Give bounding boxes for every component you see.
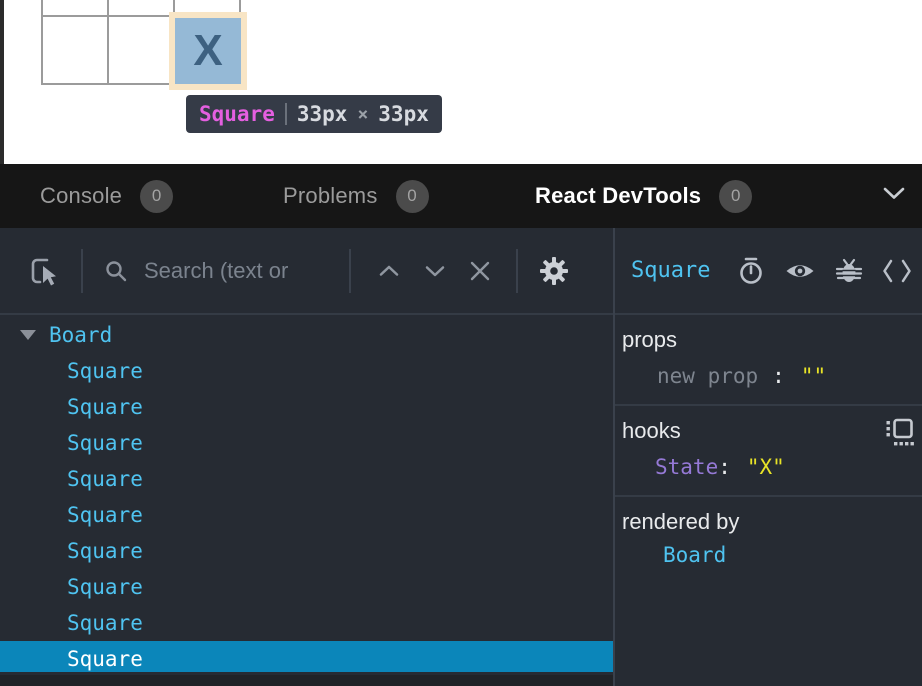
hook-colon: :: [718, 455, 731, 479]
chevron-down-icon: [422, 263, 448, 279]
react-devtools-count-badge: 0: [719, 180, 752, 213]
prop-row: new prop : "": [622, 364, 922, 388]
square-cell-value: X: [193, 26, 222, 76]
tooltip-component-name: Square: [199, 102, 275, 126]
chevron-up-icon: [376, 263, 402, 279]
component-tree: Board SquareSquareSquareSquareSquareSqua…: [0, 317, 613, 672]
highlighted-square-cell[interactable]: X: [175, 18, 241, 84]
grid-line: [107, 0, 109, 85]
toolbar-divider: [349, 249, 351, 293]
components-tree-pane: Board SquareSquareSquareSquareSquareSqua…: [0, 228, 613, 686]
tree-row-square[interactable]: Square: [0, 605, 613, 641]
stopwatch-icon: [736, 256, 766, 286]
rendered-by-title: rendered by: [622, 509, 922, 535]
new-prop-name-input[interactable]: new prop: [657, 364, 758, 388]
tree-row-label: Board: [49, 323, 112, 347]
horizontal-scrollbar[interactable]: [0, 675, 613, 686]
settings-button[interactable]: [538, 255, 570, 287]
inspect-element-button[interactable]: [28, 255, 60, 287]
chevron-down-icon[interactable]: [882, 187, 906, 206]
gear-icon: [538, 255, 570, 287]
inspect-dom-button[interactable]: [784, 256, 816, 286]
close-icon: [468, 259, 492, 283]
hook-state-value-input[interactable]: "X": [747, 455, 785, 479]
inspect-element-icon: [28, 255, 60, 287]
bug-icon: [834, 256, 864, 286]
rendered-by-panel: rendered by Board: [615, 497, 922, 583]
props-title: props: [622, 327, 922, 353]
hook-row: State: "X": [622, 455, 922, 479]
prop-colon: :: [772, 364, 785, 388]
tree-row-square[interactable]: Square: [0, 533, 613, 569]
expand-caret-icon[interactable]: [20, 330, 36, 340]
tab-console[interactable]: Console 0: [40, 164, 173, 228]
tab-problems-label: Problems: [283, 183, 378, 209]
devtools-tab-bar: Console 0 Problems 0 React DevTools 0: [0, 164, 922, 228]
tree-row-square[interactable]: Square: [0, 353, 613, 389]
eye-icon: [784, 256, 816, 286]
window-edge: [0, 0, 4, 164]
props-panel: props new prop : "": [615, 315, 922, 406]
details-toolbar: Square: [615, 228, 922, 315]
hook-state-name: State: [655, 455, 718, 479]
search-icon: [104, 259, 128, 283]
tree-row-square[interactable]: Square: [0, 425, 613, 461]
tab-console-label: Console: [40, 183, 122, 209]
tooltip-width: 33px: [297, 102, 348, 126]
toolbar-divider: [81, 249, 83, 293]
console-count-badge: 0: [140, 180, 173, 213]
search-input[interactable]: [144, 258, 349, 284]
tab-problems[interactable]: Problems 0: [283, 164, 429, 228]
tooltip-times: ×: [357, 104, 368, 125]
toolbar-divider: [516, 249, 518, 293]
tree-toolbar: [0, 228, 613, 315]
react-devtools-panel: Board SquareSquareSquareSquareSquareSqua…: [0, 228, 922, 686]
tree-row-board[interactable]: Board: [0, 317, 613, 353]
tooltip-divider: [285, 103, 287, 125]
tooltip-height: 33px: [378, 102, 429, 126]
hooks-title: hooks: [622, 418, 922, 444]
problems-count-badge: 0: [396, 180, 429, 213]
parse-hooks-button[interactable]: [884, 418, 914, 449]
code-brackets-icon: [882, 258, 912, 284]
tree-row-square[interactable]: Square: [0, 389, 613, 425]
suspense-toggle-button[interactable]: [736, 256, 766, 286]
view-source-button[interactable]: [882, 258, 912, 284]
tree-row-square[interactable]: Square: [0, 569, 613, 605]
next-match-button[interactable]: [422, 263, 448, 279]
component-details-pane: Square: [615, 228, 922, 686]
tree-row-square[interactable]: Square: [0, 461, 613, 497]
clear-search-button[interactable]: [468, 259, 492, 283]
new-prop-value-input[interactable]: "": [801, 364, 826, 388]
parse-hooks-icon: [884, 418, 914, 446]
hooks-panel: hooks: [615, 406, 922, 497]
inspected-page: X Square 33px × 33px: [0, 0, 922, 164]
size-tooltip: Square 33px × 33px: [186, 95, 442, 133]
tree-row-square[interactable]: Square: [0, 497, 613, 533]
tab-react-devtools[interactable]: React DevTools 0: [535, 164, 752, 228]
selected-component-label: Square: [631, 258, 710, 283]
previous-match-button[interactable]: [376, 263, 402, 279]
tab-react-devtools-label: React DevTools: [535, 183, 701, 209]
tree-row-square[interactable]: Square: [0, 641, 613, 672]
log-component-button[interactable]: [834, 256, 864, 286]
rendered-by-link-board[interactable]: Board: [622, 543, 922, 567]
grid-line: [41, 0, 43, 85]
